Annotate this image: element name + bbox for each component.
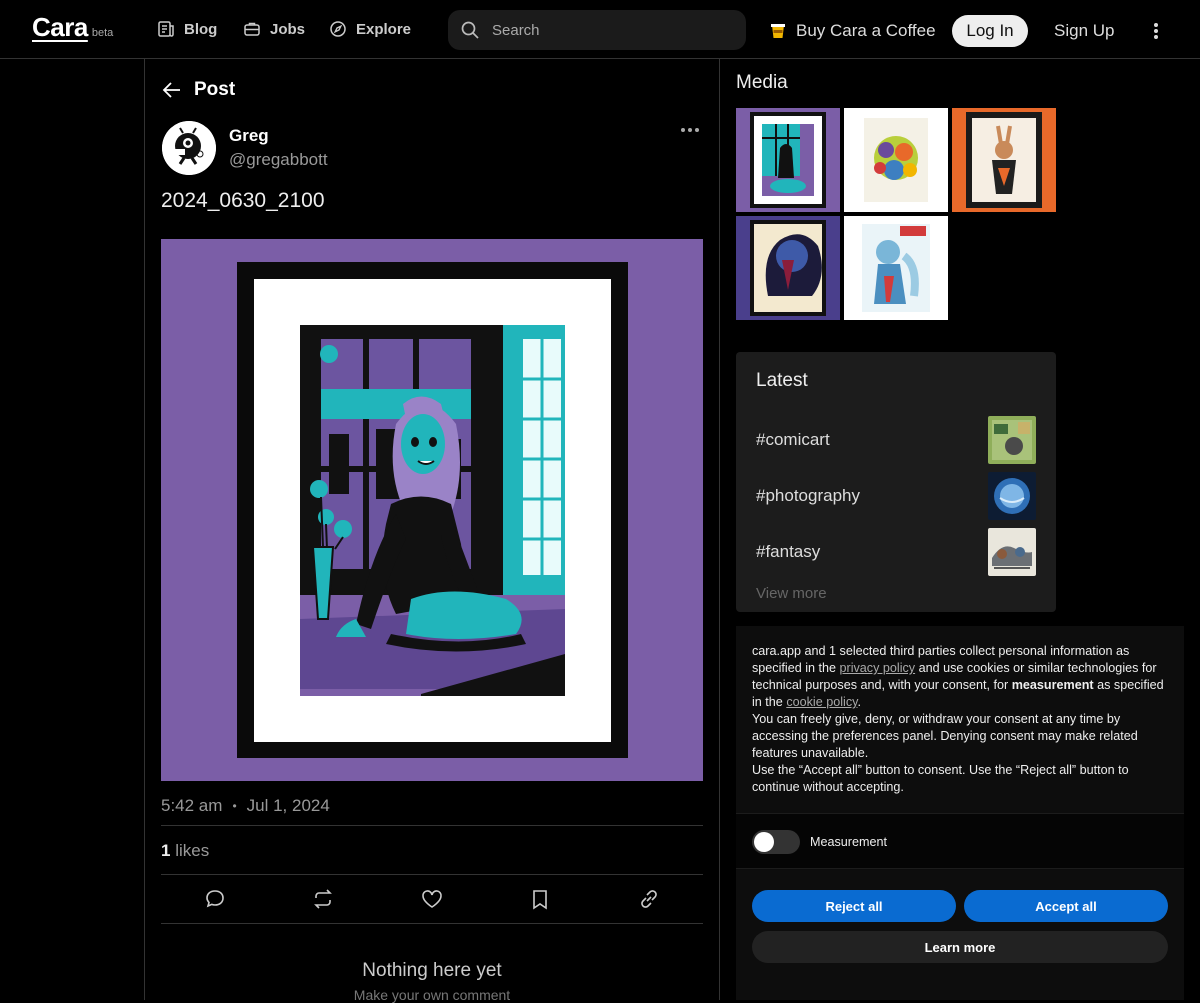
reject-all-button[interactable]: Reject all	[752, 890, 956, 922]
buy-coffee-link[interactable]: Buy Cara a Coffee	[770, 21, 936, 41]
privacy-policy-link[interactable]: privacy policy	[840, 661, 916, 675]
media-heading: Media	[736, 72, 788, 93]
right-column-divider	[719, 59, 720, 1000]
top-navigation-bar: Cara beta Blog Jobs Explore Buy Cara a C…	[0, 0, 1200, 59]
buy-coffee-label: Buy Cara a Coffee	[796, 21, 936, 40]
signup-link[interactable]: Sign Up	[1054, 21, 1114, 41]
accept-all-button[interactable]: Accept all	[964, 890, 1168, 922]
consent-paragraph: Use the “Accept all” button to consent. …	[752, 763, 1129, 794]
search-icon	[461, 21, 479, 39]
media-thumbnail[interactable]	[952, 108, 1056, 212]
post-heading: Post	[194, 79, 236, 100]
latest-heading: Latest	[756, 370, 808, 391]
tag-item-fantasy[interactable]: #fantasy	[756, 528, 1036, 576]
avatar[interactable]	[162, 121, 216, 175]
cookie-consent-banner: cara.app and 1 selected third parties co…	[736, 626, 1184, 1000]
repost-icon[interactable]	[312, 888, 334, 910]
consent-paragraph: cara.app and 1 selected third parties co…	[752, 644, 1164, 709]
back-to-post-link[interactable]: Post	[162, 79, 235, 101]
nav-explore-label: Explore	[356, 20, 412, 38]
tag-label: #photography	[756, 486, 860, 505]
consent-text: cara.app and 1 selected third parties co…	[752, 643, 1172, 796]
link-icon[interactable]	[638, 888, 660, 910]
consent-paragraph: You can freely give, deny, or withdraw y…	[752, 712, 1138, 760]
measurement-toggle-label: Measurement	[810, 835, 887, 849]
media-thumbnail[interactable]	[844, 108, 948, 212]
view-more-link[interactable]: View more	[756, 585, 827, 602]
login-button[interactable]: Log In	[952, 15, 1028, 47]
tag-item-comicart[interactable]: #comicart	[756, 416, 1036, 464]
tag-item-photography[interactable]: #photography	[756, 472, 1036, 520]
post-options-icon[interactable]	[681, 128, 699, 132]
search-bar[interactable]	[448, 10, 746, 50]
measurement-toggle[interactable]	[752, 830, 800, 854]
post-timestamp: 5:42 am • Jul 1, 2024	[161, 796, 330, 816]
blog-icon	[158, 21, 174, 37]
divider	[161, 825, 703, 826]
tag-label: #comicart	[756, 430, 830, 449]
nav-jobs-label: Jobs	[270, 20, 306, 38]
tag-thumbnail	[988, 528, 1036, 576]
likes-count[interactable]: 1 likes	[161, 841, 209, 861]
media-thumbnail[interactable]	[736, 216, 840, 320]
separator-dot: •	[232, 799, 237, 813]
briefcase-icon	[244, 22, 260, 36]
likes-label: likes	[175, 841, 210, 860]
divider	[161, 874, 703, 875]
post-actions	[161, 884, 703, 914]
beta-badge: beta	[91, 27, 114, 39]
post-title: 2024_0630_2100	[161, 189, 325, 212]
likes-number: 1	[161, 841, 171, 860]
search-input[interactable]	[492, 21, 712, 39]
logo-text: Cara	[32, 12, 88, 42]
divider	[161, 923, 703, 924]
latest-tags-panel: Latest #comicart #photography #fantasy V…	[736, 352, 1056, 612]
measurement-preference-row: Measurement	[736, 813, 1184, 869]
nav-blog-label: Blog	[184, 20, 218, 38]
learn-more-button[interactable]: Learn more	[752, 931, 1168, 963]
compass-icon	[330, 21, 346, 37]
author-handle[interactable]: @gregabbott	[229, 150, 328, 170]
post-time: 5:42 am	[161, 796, 223, 815]
cara-logo[interactable]: Cara beta	[32, 12, 113, 43]
post-artwork-image[interactable]	[161, 239, 703, 781]
nav-explore[interactable]: Explore	[329, 20, 411, 38]
coffee-cup-icon	[771, 24, 785, 38]
media-thumbnail[interactable]	[844, 216, 948, 320]
arrow-left-icon	[162, 82, 180, 98]
cookie-policy-link[interactable]: cookie policy	[786, 695, 857, 709]
post-date: Jul 1, 2024	[246, 796, 330, 815]
comments-empty-title: Nothing here yet	[362, 960, 502, 981]
tag-thumbnail	[988, 472, 1036, 520]
comments-empty-subtitle: Make your own comment	[353, 987, 511, 1003]
media-thumbnail[interactable]	[736, 108, 840, 212]
heart-icon[interactable]	[421, 888, 443, 910]
nav-blog[interactable]: Blog	[157, 20, 217, 38]
measurement-bold: measurement	[1011, 678, 1094, 692]
bookmark-icon[interactable]	[529, 888, 551, 910]
comment-icon[interactable]	[204, 888, 226, 910]
more-menu-icon[interactable]	[1148, 20, 1164, 42]
left-column-divider	[144, 59, 145, 1000]
nav-jobs[interactable]: Jobs	[243, 20, 305, 38]
author-name[interactable]: Greg	[229, 126, 269, 146]
tag-label: #fantasy	[756, 542, 821, 561]
tag-thumbnail	[988, 416, 1036, 464]
